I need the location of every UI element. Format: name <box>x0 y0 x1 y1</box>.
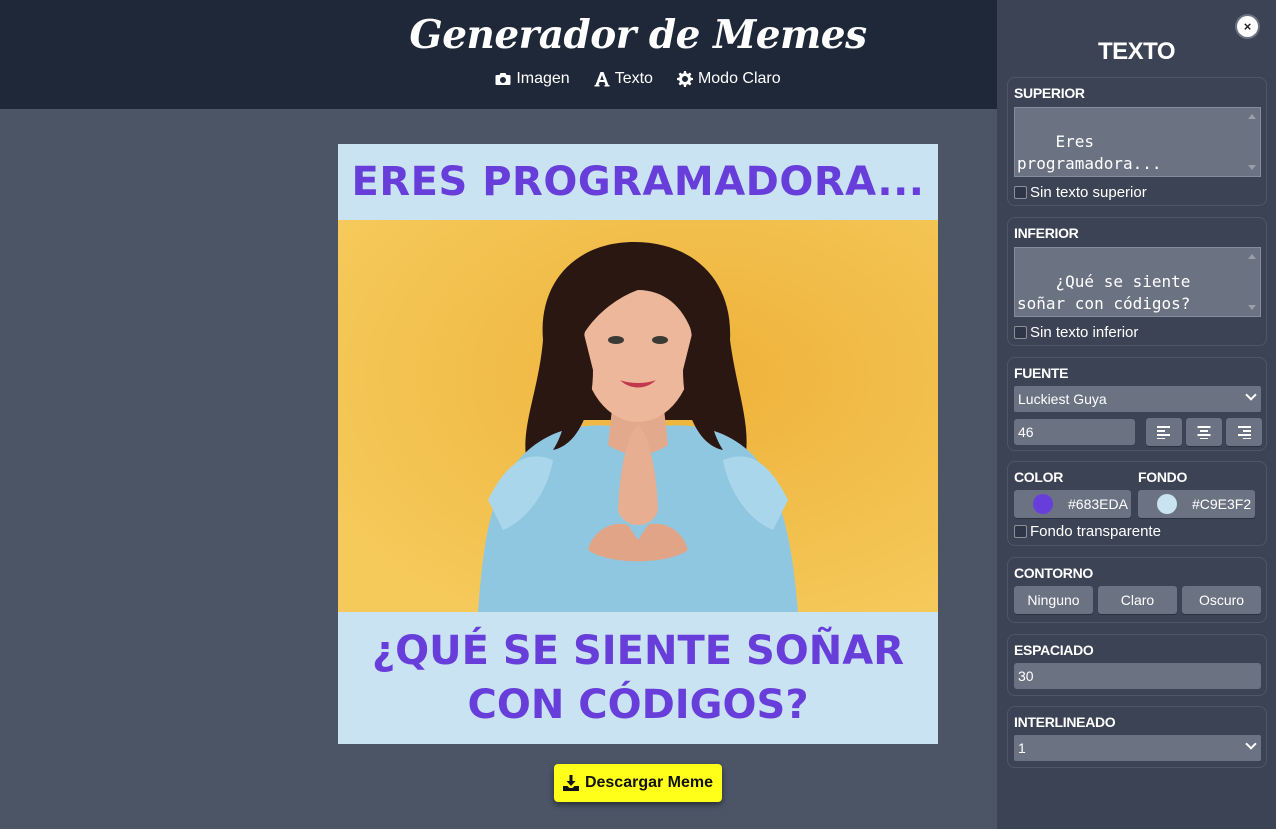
background-color-swatch <box>1157 494 1177 514</box>
section-contorno: CONTORNO Ninguno Claro Oscuro <box>1007 557 1267 623</box>
font-size-value: 46 <box>1018 424 1034 440</box>
camera-icon <box>495 73 511 85</box>
nav-modo-claro[interactable]: Modo Claro <box>676 70 781 88</box>
superior-text: Eres programadora... <box>1017 132 1162 173</box>
meme-photo <box>338 220 938 612</box>
chevron-down-icon <box>1245 738 1257 750</box>
download-meme-button[interactable]: Descargar Meme <box>554 764 722 802</box>
color-label: COLOR <box>1014 469 1064 485</box>
meme-image <box>338 220 938 612</box>
gear-icon <box>676 71 693 87</box>
interlineado-value: 1 <box>1018 740 1026 756</box>
download-label: Descargar Meme <box>584 774 714 791</box>
espaciado-value: 30 <box>1018 668 1034 684</box>
meme-top-text: ERES PROGRAMADORA... <box>351 159 925 205</box>
font-select-value: Luckiest Guya <box>1018 391 1107 407</box>
inferior-checkbox-row[interactable]: Sin texto inferior <box>1014 324 1138 341</box>
text-color-value: #683EDA <box>1068 496 1128 512</box>
section-espaciado: ESPACIADO 30 <box>1007 634 1267 696</box>
font-size-input[interactable]: 46 <box>1014 419 1135 445</box>
font-select[interactable]: Luckiest Guya <box>1014 386 1261 412</box>
section-interlineado: INTERLINEADO 1 <box>1007 706 1267 768</box>
espaciado-label: ESPACIADO <box>1014 642 1094 658</box>
superior-textarea[interactable]: Eres programadora... <box>1014 107 1261 177</box>
align-right-icon <box>1238 426 1251 439</box>
section-color: COLOR FONDO #683EDA #C9E3F2 Fondo transp… <box>1007 461 1267 546</box>
text-color-swatch <box>1033 494 1053 514</box>
panel-title: TEXTO <box>1097 38 1176 65</box>
inferior-label: INFERIOR <box>1014 225 1079 241</box>
section-inferior: INFERIOR ¿Qué se siente soñar con código… <box>1007 217 1267 346</box>
contorno-ninguno-button[interactable]: Ninguno <box>1014 586 1093 614</box>
nav-texto-label: Texto <box>614 70 653 87</box>
inferior-textarea[interactable]: ¿Qué se siente soñar con códigos? <box>1014 247 1261 317</box>
align-right-button[interactable] <box>1226 418 1262 446</box>
download-icon <box>562 775 579 791</box>
align-center-icon <box>1197 426 1211 439</box>
align-center-button[interactable] <box>1186 418 1222 446</box>
contorno-label: CONTORNO <box>1014 565 1094 581</box>
section-superior: SUPERIOR Eres programadora... Sin texto … <box>1007 77 1267 206</box>
chevron-down-icon <box>1245 389 1257 401</box>
nav-modo-claro-label: Modo Claro <box>697 70 781 87</box>
nav-texto[interactable]: Texto <box>594 70 653 88</box>
fondo-transparente-label: Fondo transparente <box>1030 523 1161 540</box>
sin-texto-superior-label: Sin texto superior <box>1030 184 1147 201</box>
fuente-label: FUENTE <box>1014 365 1069 381</box>
font-icon <box>594 72 610 87</box>
fondo-transparente-row[interactable]: Fondo transparente <box>1014 523 1161 540</box>
background-color-value: #C9E3F2 <box>1192 496 1252 512</box>
sin-texto-superior-checkbox[interactable] <box>1014 186 1027 199</box>
sin-texto-inferior-label: Sin texto inferior <box>1030 324 1139 341</box>
meme-bottom-text: ¿QUÉ SE SIENTE SOÑAR CON CÓDIGOS? <box>371 628 905 728</box>
background-color-picker[interactable]: #C9E3F2 <box>1138 490 1255 518</box>
sin-texto-inferior-checkbox[interactable] <box>1014 326 1027 339</box>
espaciado-input[interactable]: 30 <box>1014 663 1261 689</box>
nav-imagen[interactable]: Imagen <box>495 70 570 88</box>
meme-canvas: ERES PROGRAMADORA... ¿QUÉ SE SIENTE SOÑA… <box>338 144 938 744</box>
contorno-claro-button[interactable]: Claro <box>1098 586 1177 614</box>
inferior-scrollbar[interactable] <box>1243 248 1260 316</box>
fondo-label: FONDO <box>1138 469 1188 485</box>
align-left-button[interactable] <box>1146 418 1182 446</box>
fondo-transparente-checkbox[interactable] <box>1014 525 1027 538</box>
inferior-text: ¿Qué se siente soñar con códigos? <box>1017 272 1201 313</box>
contorno-oscuro-button[interactable]: Oscuro <box>1182 586 1261 614</box>
superior-scrollbar[interactable] <box>1243 108 1260 176</box>
close-panel-button[interactable]: × <box>1237 16 1258 37</box>
text-color-picker[interactable]: #683EDA <box>1014 490 1131 518</box>
interlineado-label: INTERLINEADO <box>1014 714 1116 730</box>
nav-imagen-label: Imagen <box>516 70 570 87</box>
align-left-icon <box>1157 426 1170 439</box>
superior-label: SUPERIOR <box>1014 85 1085 101</box>
superior-checkbox-row[interactable]: Sin texto superior <box>1014 184 1147 201</box>
section-fuente: FUENTE Luckiest Guya 46 <box>1007 357 1267 451</box>
interlineado-select[interactable]: 1 <box>1014 735 1261 761</box>
